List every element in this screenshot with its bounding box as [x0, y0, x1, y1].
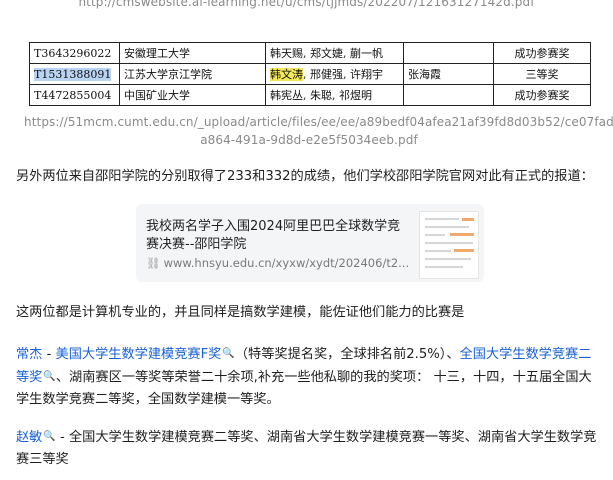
- selected-team-id: T1531388091: [34, 67, 112, 81]
- paragraph-context: 这两位都是计算机专业的，并且同样是搞数学建模，能佐证他们能力的比赛是: [16, 305, 465, 320]
- table-row: T3643296022 安徽理工大学 韩天赐, 郑文婕, 蒯一帆 成功参赛奖: [29, 42, 591, 64]
- table-row: T1531388091 江苏大学京江学院 韩文涛, 邢健强, 许翔宇 张海霞 三…: [29, 63, 591, 85]
- school-name: 安徽理工大学: [119, 42, 266, 64]
- source-url-pdf[interactable]: https://51mcm.cumt.edu.cn/_upload/articl…: [24, 113, 613, 149]
- award-link-mcm[interactable]: 美国大学生数学建模竞赛F奖: [56, 347, 222, 362]
- link-card[interactable]: 我校两名学子入围2024阿里巴巴全球数学竞赛决赛--邵阳学院 ⛓ www.hnsy…: [136, 204, 484, 282]
- person-link-zhaomin[interactable]: 赵敏: [16, 430, 42, 445]
- search-icon[interactable]: 🔍: [43, 431, 55, 442]
- link-card-thumbnail: [419, 211, 479, 279]
- team-id: T3643296022: [29, 42, 120, 64]
- paragraph-changjie: 常杰 - 美国大学生数学建模竞赛F奖🔍（特等奖提名奖，全球排名前2.5%）、全国…: [16, 343, 604, 411]
- link-card-title[interactable]: 我校两名学子入围2024阿里巴巴全球数学竞赛决赛--邵阳学院: [146, 218, 406, 254]
- school-name: 江苏大学京江学院: [119, 63, 266, 85]
- paragraph-zhaomin: 赵敏🔍 - 全国大学生数学建模竞赛二等奖、湖南省大学生数学建模竞赛一等奖、湖南省…: [16, 426, 604, 471]
- search-icon[interactable]: 🔍: [43, 371, 55, 382]
- members-rest: , 邢健强, 许翔宇: [303, 68, 383, 81]
- advisor: [403, 42, 494, 64]
- link-card-url-text: www.hnsyu.edu.cn/xyxw/xydt/202406/t2...: [163, 256, 408, 270]
- award-note: （特等奖提名奖，全球排名前2.5%）、: [234, 347, 460, 362]
- team-id: T4472855004: [29, 84, 120, 106]
- award-level: 三等奖: [493, 63, 591, 85]
- award-rest: 、湖南赛区一等奖等荣誉二十余项,补充一些他私聊的我的奖项： 十三，十四，十五届全…: [16, 370, 592, 407]
- table-row: T4472855004 中国矿业大学 韩宪丛, 朱聪, 祁煜明 成功参赛奖: [29, 84, 591, 106]
- paragraph-intro: 另外两位来自邵阳学院的分别取得了233和332的成绩，他们学校邵阳学院官网对此有…: [16, 169, 594, 184]
- team-members: 韩文涛, 邢健强, 许翔宇: [265, 63, 404, 85]
- school-name: 中国矿业大学: [119, 84, 266, 106]
- award-level: 成功参赛奖: [493, 42, 591, 64]
- link-icon: ⛓: [146, 256, 161, 270]
- advisor: [403, 84, 494, 106]
- person-link-changjie[interactable]: 常杰: [16, 347, 42, 362]
- separator: -: [42, 347, 56, 362]
- separator: -: [55, 430, 69, 445]
- source-url-top[interactable]: http://cmswebsite.ai-learning.net/u/cms/…: [0, 0, 613, 9]
- advisor: 张海霞: [403, 63, 494, 85]
- team-members: 韩宪丛, 朱聪, 祁煜明: [265, 84, 404, 106]
- award-table: T3643296022 安徽理工大学 韩天赐, 郑文婕, 蒯一帆 成功参赛奖 T…: [29, 42, 591, 106]
- link-card-url[interactable]: ⛓ www.hnsyu.edu.cn/xyxw/xydt/202406/t2...: [146, 256, 408, 270]
- team-id: T1531388091: [29, 63, 120, 85]
- search-icon[interactable]: 🔍: [222, 348, 234, 359]
- highlighted-member: 韩文涛: [270, 68, 303, 81]
- award-text: 全国大学生数学建模竞赛二等奖、湖南省大学生数学建模竞赛一等奖、湖南省大学生数学竞…: [16, 430, 597, 467]
- team-members: 韩天赐, 郑文婕, 蒯一帆: [265, 42, 404, 64]
- award-level: 成功参赛奖: [493, 84, 591, 106]
